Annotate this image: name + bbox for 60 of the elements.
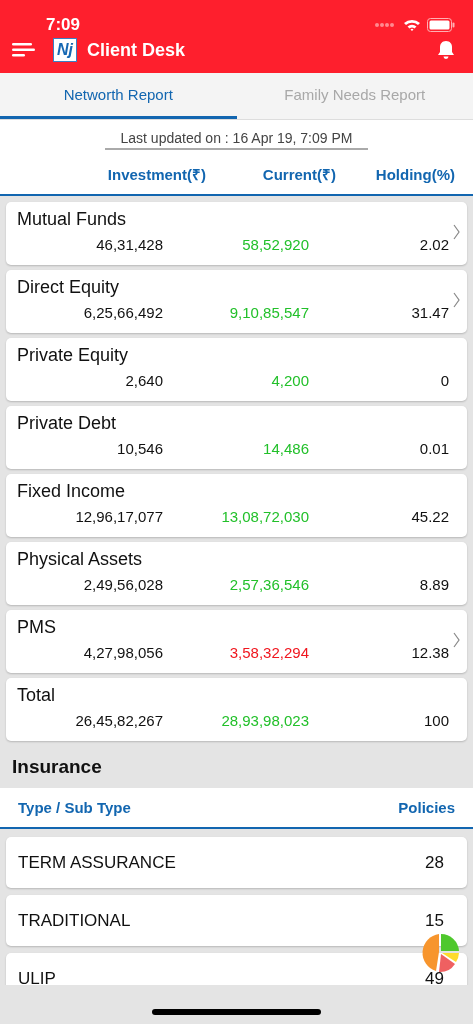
insurance-row[interactable]: TRADITIONAL 15 [6,895,467,946]
investment-value: 2,640 [124,372,163,389]
investment-value: 2,49,56,028 [82,576,163,593]
investment-value: 46,31,428 [95,236,163,253]
insurance-type: TRADITIONAL [18,910,131,931]
current-value: 3,58,32,294 [228,644,309,661]
current-value: 28,93,98,023 [220,712,309,729]
current-value: 9,10,85,547 [228,304,309,321]
column-header: Policies [398,799,455,816]
investment-value: 12,96,17,077 [74,508,163,525]
insurance-type: TERM ASSURANCE [18,852,176,873]
asset-card[interactable]: Direct Equity 6,25,66,492 9,10,85,547 31.47 [6,270,467,333]
policy-count: 28 [425,852,444,873]
asset-name: Fixed Income [17,481,127,502]
current-value: 4,200 [270,372,309,389]
status-time: 7:09 [46,15,81,35]
holding-value: 100 [422,712,449,729]
insurance-type: ULIP [18,968,56,985]
menu-icon[interactable] [12,43,35,57]
insurance-row[interactable]: TERM ASSURANCE 28 [6,837,467,888]
holding-value: 0 [439,372,449,389]
asset-name: Direct Equity [17,277,121,298]
investment-value: 4,27,98,056 [82,644,163,661]
current-value: 14,486 [262,440,309,457]
holding-value: 45.22 [410,508,449,525]
battery-icon [427,18,455,32]
insurance-row[interactable]: ULIP 49 [6,953,467,985]
holding-value: 8.89 [418,576,449,593]
asset-name: Mutual Funds [17,209,128,230]
asset-card[interactable]: Mutual Funds 46,31,428 58,52,920 2.02 [6,202,467,265]
holding-value: 31.47 [410,304,449,321]
policy-count: 15 [425,910,444,931]
notification-bell-icon[interactable] [437,40,455,60]
asset-name: Physical Assets [17,549,144,570]
signal-icon [375,22,395,28]
asset-name: Private Debt [17,413,118,434]
current-value: 58,52,920 [241,236,309,253]
holding-value: 12.38 [410,644,449,661]
asset-name: Private Equity [17,345,130,366]
holding-value: 0.01 [418,440,449,457]
app-logo: Nj [53,38,77,62]
asset-name: Total [17,685,57,706]
column-header: Holding(%) [374,165,456,183]
asset-card[interactable]: PMS 4,27,98,056 3,58,32,294 12.38 [6,610,467,673]
policy-count: 49 [425,968,444,985]
holding-value: 2.02 [418,236,449,253]
last-updated-text: Last updated on : 16 Apr 19, 7:09 PM [104,130,369,150]
investment-value: 6,25,66,492 [82,304,163,321]
current-value: 2,57,36,546 [228,576,309,593]
column-header: Investment(₹) [106,165,206,184]
column-header: Type / Sub Type [18,799,131,816]
investment-value: 26,45,82,267 [74,712,163,729]
app-title: Client Desk [87,39,186,61]
section-title: Insurance [11,755,103,779]
wifi-icon [403,18,421,32]
pie-chart-icon[interactable] [420,933,460,973]
investment-value: 10,546 [116,440,163,457]
asset-name: PMS [17,617,57,638]
column-header: Current(₹) [261,165,337,184]
current-value: 13,08,72,030 [220,508,309,525]
